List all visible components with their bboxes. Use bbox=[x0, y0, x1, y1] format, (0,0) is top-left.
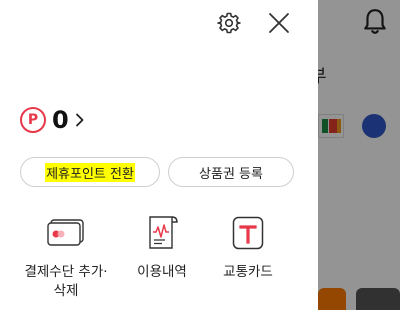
menu-history[interactable]: 이용내역 bbox=[114, 213, 210, 282]
menu-label: 결제수단 추가· 삭제 bbox=[24, 264, 108, 299]
close-button[interactable] bbox=[264, 8, 294, 38]
settings-button[interactable] bbox=[214, 8, 244, 38]
register-voucher-label: 상품권 등록 bbox=[199, 166, 263, 182]
menu-label: 이용내역 bbox=[137, 264, 187, 280]
gear-icon bbox=[217, 12, 241, 34]
menu-transit-card[interactable]: 교통카드 bbox=[200, 213, 296, 282]
receipt-icon bbox=[149, 216, 178, 249]
chevron-right-icon bbox=[75, 113, 84, 127]
menu-payment-methods[interactable]: 결제수단 추가· 삭제 bbox=[18, 213, 114, 301]
card-icon bbox=[47, 219, 84, 246]
convert-points-label: 제휴포인트 전환 bbox=[45, 162, 135, 182]
points-balance[interactable]: P 0 bbox=[20, 107, 87, 133]
register-voucher-button[interactable]: 상품권 등록 bbox=[168, 157, 294, 187]
menu-label: 교통카드 bbox=[223, 264, 273, 280]
close-icon bbox=[269, 13, 289, 33]
points-value: 0 bbox=[52, 106, 69, 134]
points-icon: P bbox=[20, 107, 46, 133]
convert-points-button[interactable]: 제휴포인트 전환 bbox=[20, 157, 160, 187]
transit-card-icon bbox=[232, 216, 264, 250]
side-drawer: P 0 제휴포인트 전환 상품권 등록 결제수단 추가· 삭제 이용내역 교통카… bbox=[0, 0, 318, 310]
